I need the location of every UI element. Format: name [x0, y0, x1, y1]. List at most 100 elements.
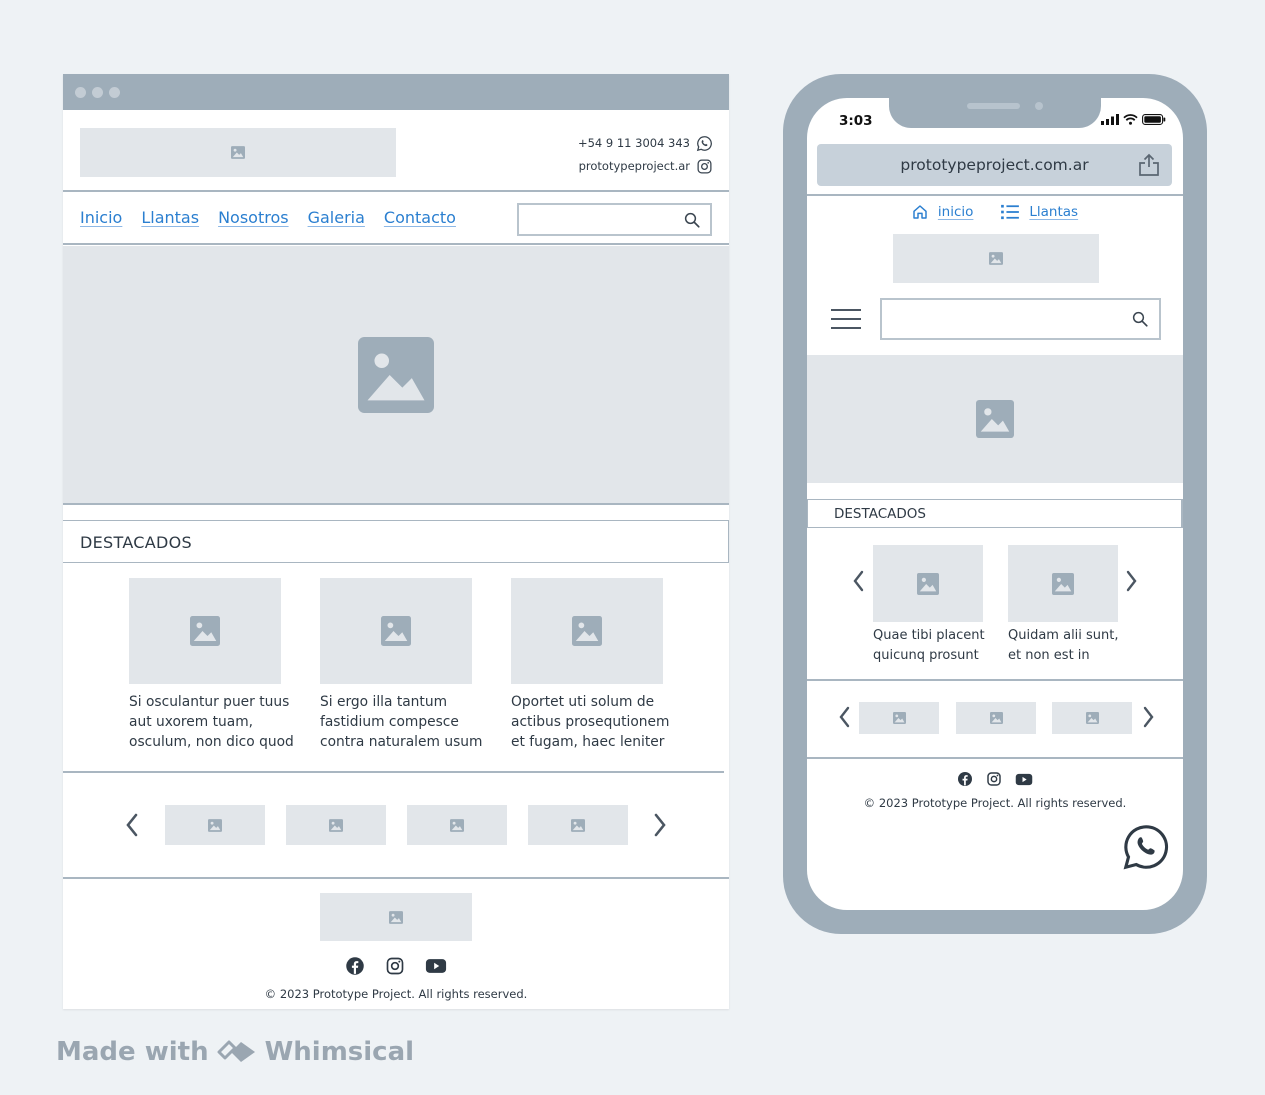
carousel-thumb[interactable] [407, 805, 507, 845]
carousel-thumb[interactable] [286, 805, 386, 845]
footer-divider [807, 757, 1183, 759]
logo-image-placeholder[interactable] [893, 234, 1099, 283]
signal-icon [1101, 114, 1119, 125]
youtube-icon[interactable] [425, 958, 447, 974]
carousel-thumb[interactable] [956, 702, 1036, 734]
phone-number: +54 9 11 3004 343 [577, 136, 690, 150]
footer-social-links [957, 771, 1033, 787]
tab-llantas[interactable]: Llantas [1001, 204, 1078, 220]
image-icon [381, 616, 411, 646]
card-image-placeholder[interactable] [320, 578, 472, 684]
card-description: Quae tibi placent quicunq prosunt [873, 628, 985, 663]
window-control-dot[interactable] [109, 86, 120, 98]
image-icon [917, 572, 939, 595]
hamburger-menu-icon[interactable] [831, 308, 861, 330]
status-icons [1101, 114, 1166, 125]
image-icon [389, 910, 403, 924]
card-image-placeholder[interactable] [873, 545, 983, 622]
site-header: +54 9 11 3004 343 prototypeproject.ar [63, 110, 729, 192]
card-image-placeholder[interactable] [511, 578, 663, 684]
nav-link-nosotros[interactable]: Nosotros [218, 208, 289, 227]
chevron-left-icon[interactable] [125, 813, 139, 837]
mobile-screen: 3:03 prototypeproject.com.ar inicio Llan… [807, 98, 1183, 910]
image-icon [358, 336, 434, 413]
share-icon[interactable] [1138, 153, 1160, 177]
whatsapp-icon[interactable] [696, 135, 713, 152]
hero-image-placeholder[interactable] [63, 246, 729, 505]
card-image-placeholder[interactable] [1008, 545, 1118, 622]
brand-name: Whimsical [264, 1037, 415, 1067]
carousel-thumb[interactable] [859, 702, 939, 734]
footer-logo-placeholder[interactable] [320, 893, 472, 941]
contact-info: +54 9 11 3004 343 prototypeproject.ar [578, 132, 713, 178]
nav-link-inicio[interactable]: Inicio [80, 208, 122, 227]
footer-divider [63, 877, 729, 879]
search-icon[interactable] [683, 211, 701, 229]
nav-link-galeria[interactable]: Galeria [308, 208, 365, 227]
image-icon [329, 818, 343, 832]
speaker [967, 103, 1020, 109]
tab-inicio[interactable]: inicio [912, 204, 973, 220]
featured-card[interactable]: Quae tibi placent quicunq prosunt [873, 545, 985, 666]
divider [807, 194, 1183, 196]
window-control-dot[interactable] [75, 86, 86, 98]
image-icon [572, 616, 602, 646]
card-description: Quidam alii sunt, et non est in [1008, 628, 1119, 663]
carousel-thumb[interactable] [165, 805, 265, 845]
search-input[interactable] [880, 298, 1161, 340]
mobile-phone-frame: 3:03 prototypeproject.com.ar inicio Llan… [783, 74, 1207, 934]
chevron-left-icon[interactable] [838, 706, 850, 728]
section-divider [807, 679, 1183, 681]
list-icon [1001, 204, 1020, 220]
instagram-icon[interactable] [696, 158, 713, 175]
featured-section-header: DESTACADOS [807, 499, 1183, 528]
featured-card[interactable]: Si osculantur puer tuus aut uxorem tuam, o… [129, 578, 294, 752]
featured-heading: DESTACADOS [80, 533, 192, 552]
whatsapp-icon[interactable] [1121, 822, 1171, 872]
image-icon [190, 616, 220, 646]
desktop-browser-window: +54 9 11 3004 343 prototypeproject.ar In… [63, 74, 729, 1009]
featured-card[interactable]: Si ergo illa tantum fastidium compesce con… [320, 578, 483, 752]
image-icon [892, 712, 906, 724]
section-divider [63, 771, 724, 773]
home-icon [913, 205, 927, 219]
whimsical-logo-icon [217, 1040, 255, 1062]
phone-notch [889, 98, 1101, 128]
card-image-placeholder[interactable] [129, 578, 281, 684]
carousel-thumb[interactable] [528, 805, 628, 845]
carousel-thumb[interactable] [1052, 702, 1132, 734]
nav-link-contacto[interactable]: Contacto [384, 208, 456, 227]
youtube-icon[interactable] [1015, 773, 1033, 786]
facebook-icon[interactable] [957, 771, 973, 787]
card-description: Si ergo illa tantum fastidium compesce con… [320, 694, 483, 750]
instagram-icon[interactable] [385, 956, 405, 976]
main-navigation: Inicio Llantas Nosotros Galeria Contacto [63, 194, 729, 245]
search-input[interactable] [517, 203, 712, 236]
image-icon [1085, 712, 1099, 724]
instagram-icon[interactable] [986, 771, 1002, 787]
chevron-right-icon[interactable] [653, 813, 667, 837]
featured-card[interactable]: Oportet uti solum de actibus prosequtione… [511, 578, 669, 752]
nav-link-llantas[interactable]: Llantas [141, 208, 199, 227]
featured-section-header: DESTACADOS [63, 520, 729, 563]
featured-card[interactable]: Quidam alii sunt, et non est in [1008, 545, 1119, 666]
card-description: Si osculantur puer tuus aut uxorem tuam, o… [129, 694, 294, 750]
search-icon[interactable] [1131, 310, 1149, 328]
chevron-right-icon[interactable] [1143, 706, 1155, 728]
copyright-text: © 2023 Prototype Project. All rights res… [264, 987, 528, 1001]
whimsical-brand-badge[interactable]: Made with Whimsical [56, 1037, 414, 1067]
logo-image-placeholder[interactable] [80, 128, 396, 177]
hero-image-placeholder[interactable] [807, 355, 1183, 483]
facebook-icon[interactable] [345, 956, 365, 976]
url-text: prototypeproject.com.ar [900, 156, 1089, 174]
status-time: 3:03 [839, 113, 873, 129]
battery-icon [1142, 114, 1166, 125]
wifi-icon [1123, 114, 1138, 125]
window-control-dot[interactable] [92, 86, 103, 98]
image-icon [571, 818, 585, 832]
image-icon [989, 252, 1003, 265]
address-bar[interactable]: prototypeproject.com.ar [817, 144, 1172, 186]
image-icon [1052, 572, 1074, 595]
chevron-left-icon[interactable] [852, 570, 864, 592]
chevron-right-icon[interactable] [1126, 570, 1138, 592]
